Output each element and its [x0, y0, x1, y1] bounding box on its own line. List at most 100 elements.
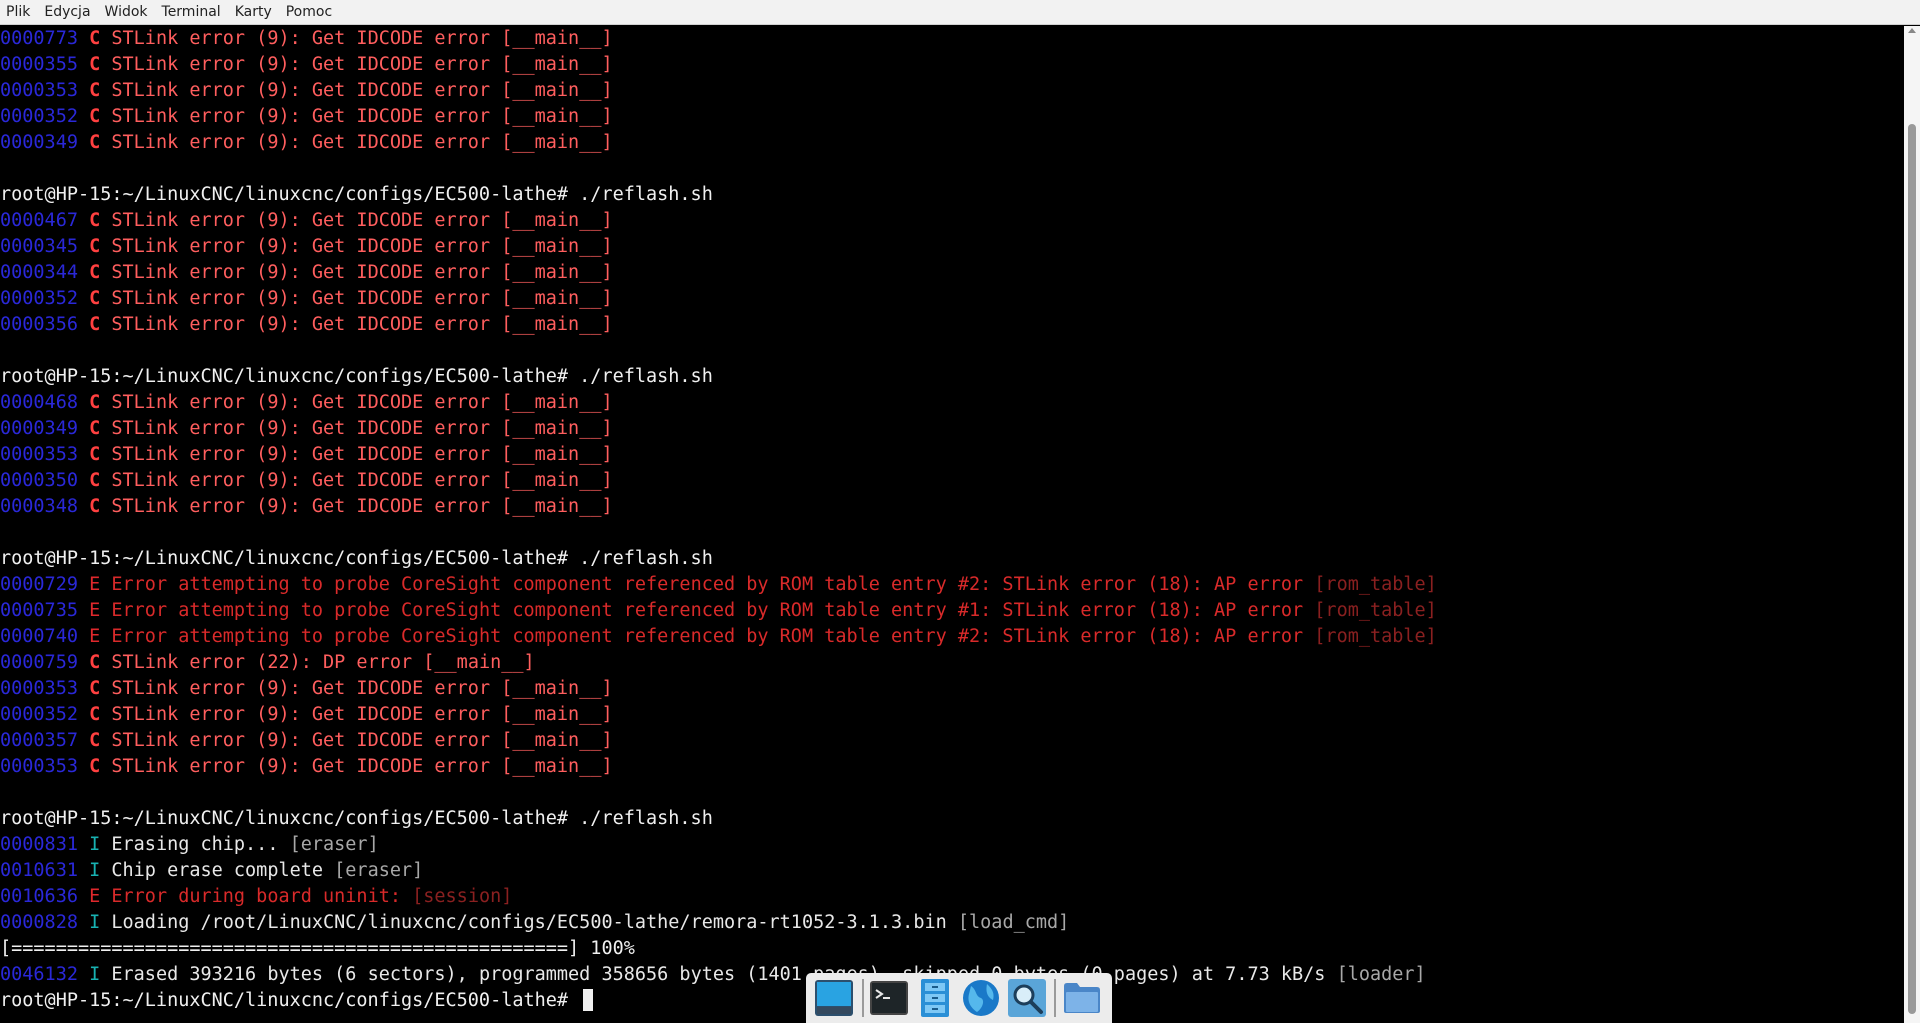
shell-prompt: root@HP-15:~/LinuxCNC/linuxcnc/configs/E…: [0, 548, 713, 569]
log-level: E: [89, 600, 101, 621]
scroll-up-arrow-icon[interactable]: [1908, 28, 1916, 33]
scrollbar-thumb[interactable]: [1908, 124, 1916, 1014]
log-level: C: [89, 678, 101, 699]
app-finder-icon[interactable]: [1005, 975, 1049, 1021]
log-timestamp: 0000348: [0, 496, 78, 517]
log-source-tag: [load_cmd]: [957, 912, 1070, 933]
log-level: C: [89, 704, 101, 725]
log-level: C: [89, 418, 101, 439]
menu-item-karty[interactable]: Karty: [228, 0, 279, 24]
progress-bar-line: [=======================================…: [0, 936, 1904, 962]
log-line: 0000729 E Error attempting to probe Core…: [0, 572, 1904, 598]
log-source-tag: [rom_table]: [1314, 600, 1437, 621]
log-level: C: [89, 314, 101, 335]
terminal-output[interactable]: 0000773 C STLink error (9): Get IDCODE e…: [0, 26, 1904, 1023]
log-source-tag: [__main__]: [501, 392, 613, 413]
log-source-tag: [__main__]: [501, 262, 613, 283]
log-message: STLink error (9): Get IDCODE error: [111, 210, 491, 231]
log-source-tag: [__main__]: [501, 28, 613, 49]
menu-item-widok[interactable]: Widok: [98, 0, 155, 24]
log-source-tag: [__main__]: [501, 314, 613, 335]
log-line: 0000348 C STLink error (9): Get IDCODE e…: [0, 494, 1904, 520]
log-message: STLink error (22): DP error: [111, 652, 413, 673]
log-message: STLink error (9): Get IDCODE error: [111, 28, 491, 49]
log-message: STLink error (9): Get IDCODE error: [111, 444, 491, 465]
log-line: 0000355 C STLink error (9): Get IDCODE e…: [0, 52, 1904, 78]
log-source-tag: [__main__]: [501, 132, 613, 153]
log-message: Error attempting to probe CoreSight comp…: [111, 574, 1304, 595]
log-source-tag: [__main__]: [501, 288, 613, 309]
log-source-tag: [session]: [412, 886, 513, 907]
log-source-tag: [__main__]: [501, 418, 613, 439]
log-message: Chip erase complete: [111, 860, 324, 881]
log-level: I: [89, 860, 101, 881]
log-message: Erased 393216 bytes (6 sectors), program…: [111, 964, 1326, 985]
show-desktop-icon[interactable]: [812, 975, 856, 1021]
log-line: 0000349 C STLink error (9): Get IDCODE e…: [0, 130, 1904, 156]
menu-item-edycja[interactable]: Edycja: [37, 0, 97, 24]
log-line: 0010631 I Chip erase complete [eraser]: [0, 858, 1904, 884]
log-line: 0000831 I Erasing chip... [eraser]: [0, 832, 1904, 858]
log-line: 0000740 E Error attempting to probe Core…: [0, 624, 1904, 650]
log-timestamp: 0000467: [0, 210, 78, 231]
folder-icon[interactable]: [1060, 975, 1104, 1021]
log-level: C: [89, 444, 101, 465]
log-level: E: [89, 574, 101, 595]
log-level: I: [89, 912, 101, 933]
log-timestamp: 0000468: [0, 392, 78, 413]
log-timestamp: 0000352: [0, 704, 78, 725]
log-level: I: [89, 834, 101, 855]
log-line: 0000356 C STLink error (9): Get IDCODE e…: [0, 312, 1904, 338]
log-timestamp: 0000353: [0, 444, 78, 465]
log-line: 0000345 C STLink error (9): Get IDCODE e…: [0, 234, 1904, 260]
log-level: C: [89, 392, 101, 413]
menu-item-pomoc[interactable]: Pomoc: [279, 0, 339, 24]
log-line: 0000828 I Loading /root/LinuxCNC/linuxcn…: [0, 910, 1904, 936]
log-timestamp: 0000729: [0, 574, 78, 595]
log-timestamp: 0000773: [0, 28, 78, 49]
menu-item-plik[interactable]: Plik: [0, 0, 37, 24]
log-message: STLink error (9): Get IDCODE error: [111, 314, 491, 335]
text-cursor[interactable]: [583, 989, 594, 1011]
log-source-tag: [eraser]: [289, 834, 379, 855]
log-source-tag: [eraser]: [334, 860, 424, 881]
menu-item-terminal[interactable]: Terminal: [155, 0, 228, 24]
log-message: STLink error (9): Get IDCODE error: [111, 262, 491, 283]
log-source-tag: [__main__]: [501, 756, 613, 777]
log-level: E: [89, 626, 101, 647]
log-timestamp: 0000344: [0, 262, 78, 283]
file-manager-icon[interactable]: [913, 975, 957, 1021]
log-message: Error attempting to probe CoreSight comp…: [111, 600, 1304, 621]
dock-separator: [1054, 979, 1057, 1017]
log-source-tag: [__main__]: [501, 730, 613, 751]
progress-bar-text: [=======================================…: [0, 938, 635, 959]
web-browser-icon[interactable]: [959, 975, 1003, 1021]
log-message: Error attempting to probe CoreSight comp…: [111, 626, 1304, 647]
log-timestamp: 0000345: [0, 236, 78, 257]
log-level: C: [89, 54, 101, 75]
dock-separator: [861, 979, 864, 1017]
log-source-tag: [__main__]: [501, 704, 613, 725]
log-message: STLink error (9): Get IDCODE error: [111, 236, 491, 257]
log-line: 0000352 C STLink error (9): Get IDCODE e…: [0, 104, 1904, 130]
shell-prompt: root@HP-15:~/LinuxCNC/linuxcnc/configs/E…: [0, 990, 580, 1011]
log-timestamp: 0000353: [0, 678, 78, 699]
log-line: 0000353 C STLink error (9): Get IDCODE e…: [0, 78, 1904, 104]
log-source-tag: [loader]: [1336, 964, 1426, 985]
vertical-scrollbar[interactable]: [1904, 26, 1920, 1023]
log-timestamp: 0000353: [0, 80, 78, 101]
log-line: 0000350 C STLink error (9): Get IDCODE e…: [0, 468, 1904, 494]
log-source-tag: [__main__]: [501, 80, 613, 101]
log-line: 0010636 E Error during board uninit: [se…: [0, 884, 1904, 910]
log-message: STLink error (9): Get IDCODE error: [111, 470, 491, 491]
dock-panel: [806, 973, 1112, 1023]
log-line: 0000349 C STLink error (9): Get IDCODE e…: [0, 416, 1904, 442]
log-source-tag: [__main__]: [501, 496, 613, 517]
terminal-icon[interactable]: [868, 975, 912, 1021]
log-source-tag: [__main__]: [501, 236, 613, 257]
log-timestamp: 0000357: [0, 730, 78, 751]
log-source-tag: [__main__]: [501, 444, 613, 465]
log-line: 0000353 C STLink error (9): Get IDCODE e…: [0, 754, 1904, 780]
